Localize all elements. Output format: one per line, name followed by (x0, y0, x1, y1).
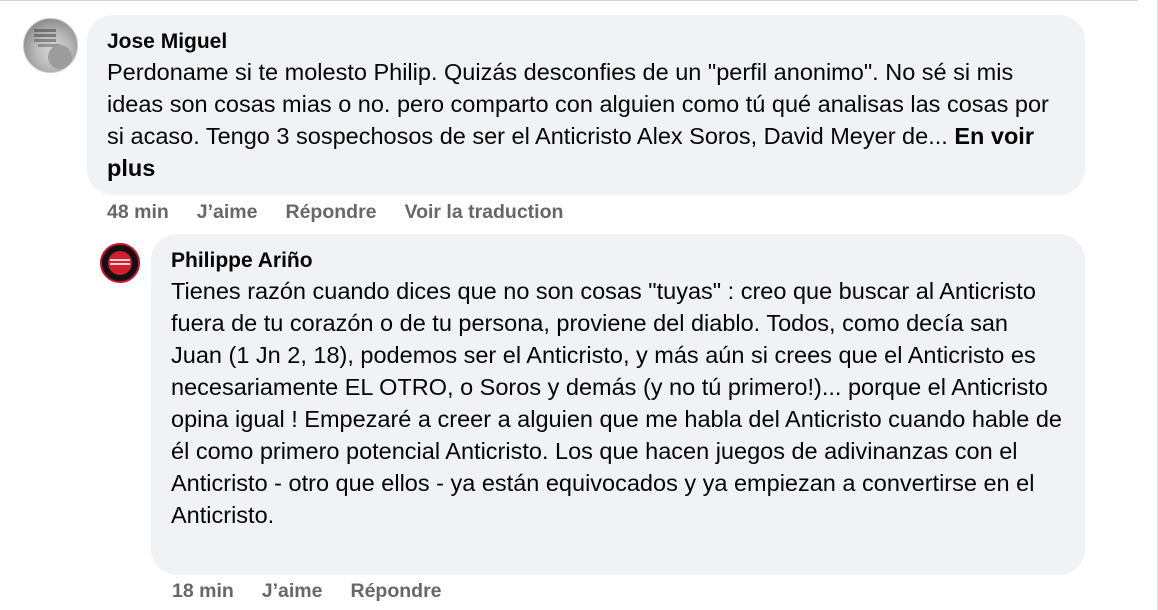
avatar-logo (108, 251, 132, 275)
avatar-face (48, 45, 72, 69)
reply-author[interactable]: Philippe Ariño (171, 248, 1065, 274)
comment-actions: 48 min J’aime Répondre Voir la traductio… (107, 201, 591, 224)
reply-timestamp[interactable]: 18 min (172, 580, 234, 603)
comment-text: Perdoname si te molesto Philip. Quizás d… (107, 56, 1065, 184)
see-translation-button[interactable]: Voir la traduction (405, 201, 564, 224)
comment-author[interactable]: Jose Miguel (107, 29, 1065, 55)
reply-bubble: Philippe Ariño Tienes razón cuando dices… (151, 234, 1085, 575)
comment-text-content: Perdoname si te molesto Philip. Quizás d… (107, 59, 1049, 149)
reply-actions: 18 min J’aime Répondre (172, 580, 470, 603)
like-button[interactable]: J’aime (197, 201, 258, 224)
avatar-philippe-arino[interactable] (100, 243, 140, 283)
avatar-jose-miguel[interactable] (23, 18, 78, 73)
top-divider (0, 0, 1138, 1)
comment-bubble: Jose Miguel Perdoname si te molesto Phil… (87, 15, 1085, 195)
avatar-image (34, 29, 56, 32)
reply-reply-button[interactable]: Répondre (351, 580, 442, 603)
reply-button[interactable]: Répondre (286, 201, 377, 224)
reply-like-button[interactable]: J’aime (262, 580, 323, 603)
reply-text: Tienes razón cuando dices que no son cos… (171, 278, 1062, 528)
avatar-logo-text (110, 259, 130, 261)
comment-timestamp[interactable]: 48 min (107, 201, 169, 224)
